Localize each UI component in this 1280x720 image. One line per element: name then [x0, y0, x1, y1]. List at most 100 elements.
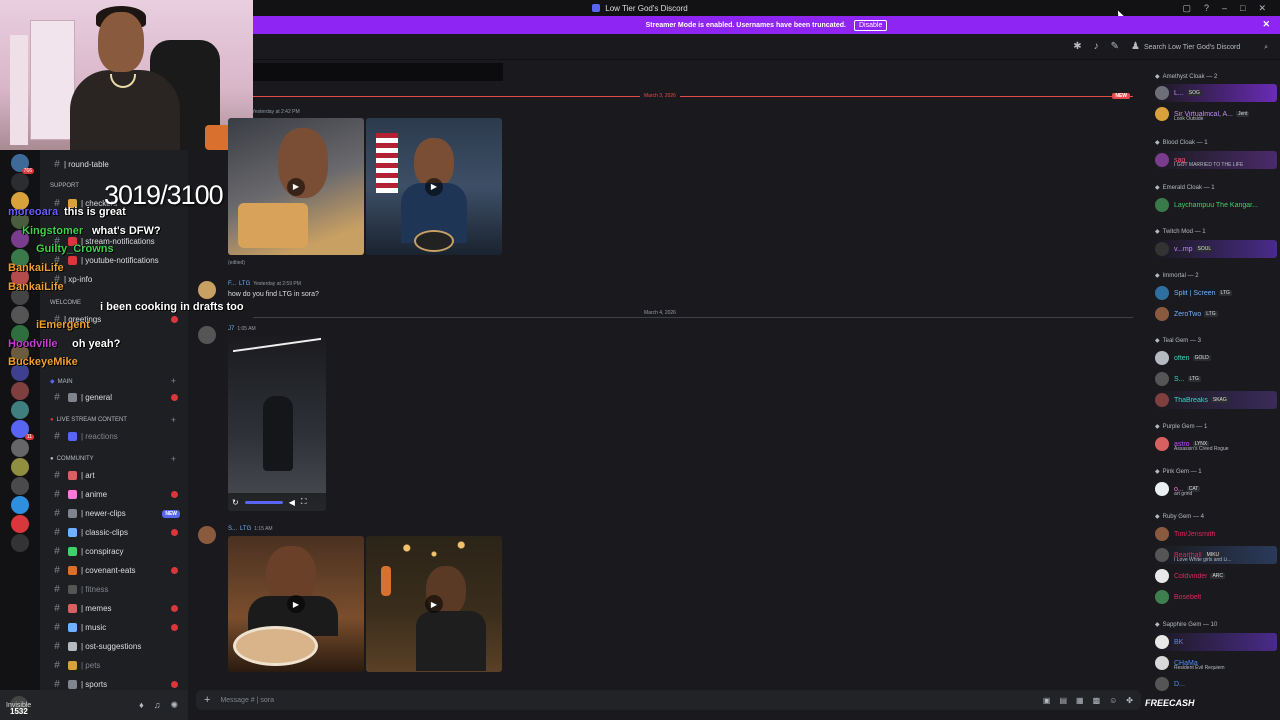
server-icon[interactable] — [11, 382, 29, 400]
member-item[interactable]: S... LTG — [1155, 370, 1277, 388]
message-timestamp: Yesterday at 2:42 PM — [252, 109, 300, 115]
notification-bell-icon[interactable]: ♪ — [1094, 41, 1099, 52]
search-input[interactable]: Search Low Tier God's Discord ⌕ — [1142, 40, 1270, 55]
member-list-icon[interactable]: ♟ — [1131, 41, 1140, 52]
microphone-icon[interactable]: ♦ — [139, 700, 144, 711]
add-channel-icon[interactable]: + — [171, 415, 176, 425]
settings-gear-icon[interactable]: ✺ — [170, 700, 178, 711]
play-icon[interactable]: ▶ — [425, 177, 443, 196]
emoji-icon[interactable]: ☺ — [1109, 696, 1117, 705]
member-item[interactable]: L... SOG — [1155, 84, 1277, 102]
channel-fitness[interactable]: # | fitness — [40, 580, 188, 599]
volume-slider[interactable] — [244, 500, 283, 504]
member-item[interactable]: ThaBreaks SKAG — [1155, 391, 1277, 409]
server-icon[interactable]: 11 — [11, 420, 34, 440]
member-item[interactable]: Bosebelt — [1155, 588, 1277, 606]
member-item[interactable]: often GOLD — [1155, 349, 1277, 367]
video-player[interactable]: ↻ ◀ ⛶ — [228, 336, 326, 511]
member-item[interactable]: Laychampuu The Kangar... — [1155, 196, 1277, 214]
inbox-icon[interactable]: ▢ — [1182, 3, 1191, 14]
gift-icon[interactable]: ▣ — [1043, 696, 1051, 705]
apps-icon[interactable]: ▩ — [1093, 696, 1101, 705]
category-community[interactable]: ● COMMUNITY — [50, 456, 94, 462]
streamer-mode-banner: Streamer Mode is enabled. Usernames have… — [253, 16, 1280, 34]
disable-streamer-mode-button[interactable]: Disable — [854, 19, 888, 31]
member-item[interactable]: Split | Screen LTG — [1155, 284, 1277, 302]
category-main[interactable]: ◆ MAIN — [50, 378, 73, 386]
member-item[interactable]: Bearthall MIKU I Love White girls and Li..… — [1155, 546, 1277, 564]
server-icon[interactable] — [11, 173, 29, 191]
add-channel-icon[interactable]: + — [171, 376, 176, 386]
play-icon[interactable]: ▶ — [287, 595, 305, 613]
member-item[interactable]: sag I GOT MARRIED TO THE LIFE — [1155, 151, 1277, 169]
member-item[interactable]: Sir Virtualmcal, A... Jent Look Outside — [1155, 105, 1277, 123]
headphones-icon[interactable]: ♫ — [154, 700, 161, 711]
channel-reactions[interactable]: # | reactions — [40, 427, 188, 446]
channel-anime[interactable]: # | anime — [40, 485, 188, 504]
channel-covenant-eats[interactable]: # | covenant-eats — [40, 561, 188, 580]
fullscreen-icon[interactable]: ⛶ — [301, 497, 307, 507]
server-icon[interactable] — [11, 496, 29, 514]
video-thumbnail[interactable]: ▶ — [366, 536, 502, 672]
member-item[interactable]: v...mp SOUL — [1155, 240, 1277, 258]
channel-music[interactable]: # | music — [40, 618, 188, 637]
role-header: ◆ Amethyst Cloak — 2 — [1155, 73, 1218, 81]
close-icon[interactable]: ✕ — [1262, 19, 1270, 30]
member-item[interactable]: Tim/Jensmith — [1155, 525, 1277, 543]
member-item[interactable]: Coldvinder ARC — [1155, 567, 1277, 585]
activities-icon[interactable]: ✤ — [1126, 696, 1133, 705]
replay-icon[interactable]: ↻ — [232, 498, 239, 507]
sticker-icon[interactable]: ▦ — [1076, 696, 1084, 705]
category-welcome[interactable]: WELCOME — [50, 300, 81, 306]
play-icon[interactable]: ▶ — [425, 595, 443, 613]
server-icon[interactable]: 766 — [11, 154, 34, 174]
message-composer[interactable]: + Message # | sora ▣ ▤ ▦ ▩ ☺ ✤ — [196, 690, 1141, 710]
gif-icon[interactable]: ▤ — [1059, 696, 1067, 705]
member-item[interactable]: CHaMa Resident Evil Requiem — [1155, 654, 1277, 672]
member-item[interactable]: astro LYNX Assassin's Creed Rogue — [1155, 435, 1277, 453]
category-support[interactable]: SUPPORT — [50, 183, 79, 189]
server-icon[interactable] — [11, 534, 29, 552]
server-icon[interactable] — [11, 439, 29, 457]
close-window-button[interactable]: ✕ — [1258, 3, 1266, 14]
minimize-button[interactable]: – — [1222, 3, 1227, 13]
message-author[interactable]: J7 1:05 AM — [228, 326, 256, 332]
channel-round-table[interactable]: # | round-table — [40, 155, 188, 174]
overlay-chat-text: what's DFW? — [92, 225, 161, 237]
server-icon[interactable] — [11, 477, 29, 495]
avatar[interactable] — [198, 326, 216, 344]
server-icon[interactable] — [11, 401, 29, 419]
video-thumbnail[interactable]: ▶ — [228, 118, 364, 255]
message-author[interactable]: F... LTG Yesterday at 2:59 PM — [228, 281, 301, 287]
member-item[interactable]: ZeroTwo LTG — [1155, 305, 1277, 323]
avatar[interactable] — [198, 526, 216, 544]
overlay-chat-user: moreoara — [8, 206, 59, 218]
add-attachment-icon[interactable]: + — [204, 694, 210, 706]
message-author[interactable]: S... LTG 1:15 AM — [228, 526, 273, 532]
pin-icon[interactable]: ✎ — [1111, 41, 1119, 52]
help-icon[interactable]: ? — [1204, 3, 1209, 13]
channel-classic-clips[interactable]: # | classic-clips — [40, 523, 188, 542]
maximize-button[interactable]: □ — [1240, 3, 1245, 13]
channel-art[interactable]: # | art — [40, 466, 188, 485]
add-channel-icon[interactable]: + — [171, 454, 176, 464]
server-icon[interactable] — [11, 515, 29, 533]
server-icon[interactable] — [11, 306, 29, 324]
video-thumbnail[interactable]: ▶ — [228, 536, 364, 672]
volume-icon[interactable]: ◀ — [289, 498, 295, 507]
channel-memes[interactable]: # | memes — [40, 599, 188, 618]
video-thumbnail[interactable]: ▶ — [366, 118, 502, 255]
member-item[interactable]: o... CAT art grind — [1155, 480, 1277, 498]
category-live-stream-content[interactable]: ● LIVE STREAM CONTENT — [50, 417, 127, 423]
threads-icon[interactable]: ✱ — [1073, 41, 1081, 52]
member-item[interactable]: BK — [1155, 633, 1277, 651]
member-item[interactable]: D... — [1155, 675, 1277, 693]
play-icon[interactable]: ▶ — [287, 177, 305, 196]
channel-pets[interactable]: # | pets — [40, 656, 188, 675]
server-icon[interactable] — [11, 458, 29, 476]
avatar[interactable] — [198, 281, 216, 299]
channel-conspiracy[interactable]: # | conspiracy — [40, 542, 188, 561]
channel-general[interactable]: # | general — [40, 388, 188, 407]
channel-newer-clips[interactable]: # | newer-clips NEW — [40, 504, 188, 523]
channel-ost-suggestions[interactable]: # | ost-suggestions — [40, 637, 188, 656]
